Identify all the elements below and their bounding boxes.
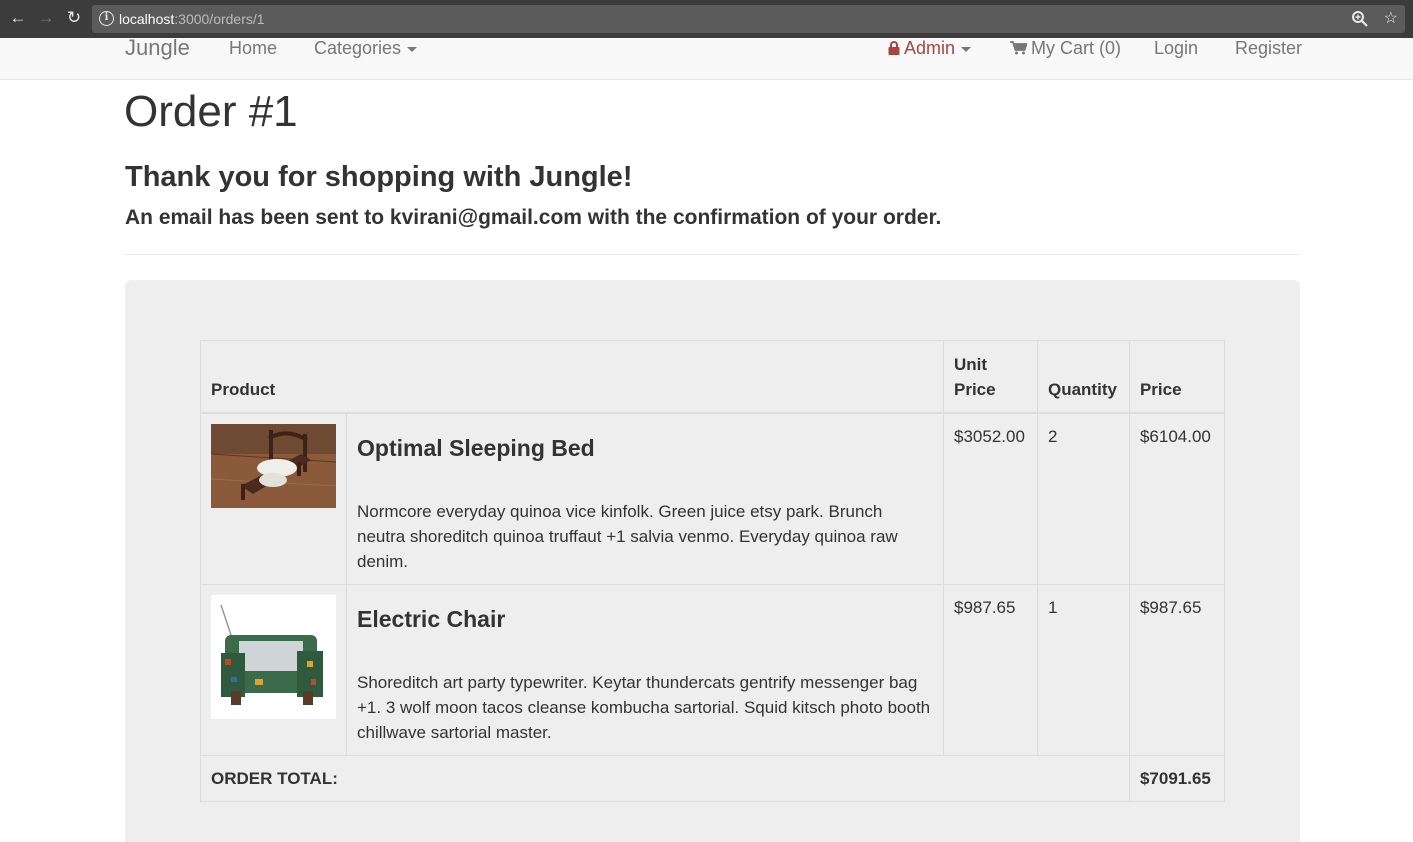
nav-home-link[interactable]: Home bbox=[229, 38, 277, 58]
product-name: Optimal Sleeping Bed bbox=[357, 434, 595, 461]
product-description: Shoreditch art party typewriter. Keytar … bbox=[357, 672, 931, 742]
site-navbar: Jungle Home Categories Admin My Cart (0)… bbox=[0, 37, 1413, 80]
chevron-down-icon bbox=[961, 46, 972, 52]
nav-categories-dropdown[interactable]: Categories bbox=[314, 38, 418, 58]
nav-admin-dropdown[interactable]: Admin bbox=[888, 38, 972, 58]
order-table: Product Unit Price Quantity Price Optima… bbox=[200, 340, 1226, 802]
bed-product-image bbox=[211, 423, 336, 508]
back-arrow-icon[interactable]: ← bbox=[8, 8, 28, 28]
price-cell: $987.65 bbox=[1128, 583, 1226, 756]
header-price: Price bbox=[1128, 340, 1226, 414]
zoom-icon[interactable] bbox=[1351, 10, 1369, 28]
table-row: Electric Chair Shoreditch art party type… bbox=[200, 583, 1226, 756]
chair-product-image bbox=[211, 594, 336, 719]
product-info-cell: Electric Chair Shoreditch art party type… bbox=[346, 583, 944, 756]
cart-label: My Cart (0) bbox=[1031, 38, 1121, 58]
page-title: Order #1 bbox=[124, 87, 298, 136]
address-bar[interactable]: i localhost:3000/orders/1 ☆ bbox=[92, 5, 1405, 33]
shopping-cart-icon bbox=[1010, 41, 1027, 55]
product-info-cell: Optimal Sleeping Bed Normcore everyday q… bbox=[346, 412, 944, 585]
info-icon[interactable]: i bbox=[99, 11, 114, 26]
product-description: Normcore everyday quinoa vice kinfolk. G… bbox=[357, 501, 898, 571]
product-image-cell bbox=[200, 583, 347, 756]
nav-cart-link[interactable]: My Cart (0) bbox=[1010, 38, 1121, 58]
price-cell: $6104.00 bbox=[1128, 412, 1226, 585]
email-notice: An email has been sent to kvirani@gmail.… bbox=[125, 206, 942, 229]
table-row: Optimal Sleeping Bed Normcore everyday q… bbox=[200, 412, 1226, 585]
header-product: Product bbox=[200, 340, 944, 414]
address-url[interactable]: localhost:3000/orders/1 bbox=[119, 11, 265, 27]
lock-icon bbox=[888, 41, 900, 55]
header-quantity: Quantity bbox=[1036, 340, 1130, 414]
unit-price-cell: $3052.00 bbox=[943, 412, 1038, 585]
nav-login-link[interactable]: Login bbox=[1154, 38, 1198, 58]
product-image-cell bbox=[200, 412, 347, 585]
thank-you-heading: Thank you for shopping with Jungle! bbox=[125, 161, 633, 193]
nav-register-link[interactable]: Register bbox=[1235, 38, 1302, 58]
order-total-label: ORDER TOTAL: bbox=[200, 754, 1130, 802]
quantity-cell: 1 bbox=[1036, 583, 1130, 756]
url-path: :3000/orders/1 bbox=[174, 11, 265, 27]
order-total-value: $7091.65 bbox=[1128, 754, 1226, 802]
quantity-cell: 2 bbox=[1036, 412, 1130, 585]
reload-icon[interactable]: ↻ bbox=[64, 8, 84, 28]
bookmark-star-icon[interactable]: ☆ bbox=[1384, 8, 1398, 28]
url-host: localhost bbox=[119, 11, 175, 27]
table-header-row: Product Unit Price Quantity Price bbox=[200, 340, 1226, 414]
chevron-down-icon bbox=[407, 46, 418, 52]
forward-arrow-icon[interactable]: → bbox=[36, 8, 56, 28]
admin-label: Admin bbox=[904, 38, 956, 58]
brand-link[interactable]: Jungle bbox=[125, 37, 190, 59]
header-unit-price: Unit Price bbox=[943, 340, 1038, 414]
divider bbox=[125, 254, 1300, 255]
order-total-row: ORDER TOTAL: $7091.65 bbox=[200, 754, 1226, 802]
browser-toolbar: ← → ↻ i localhost:3000/orders/1 ☆ bbox=[0, 0, 1413, 38]
categories-label: Categories bbox=[314, 38, 402, 58]
product-name: Electric Chair bbox=[357, 605, 506, 632]
unit-price-cell: $987.65 bbox=[943, 583, 1038, 756]
